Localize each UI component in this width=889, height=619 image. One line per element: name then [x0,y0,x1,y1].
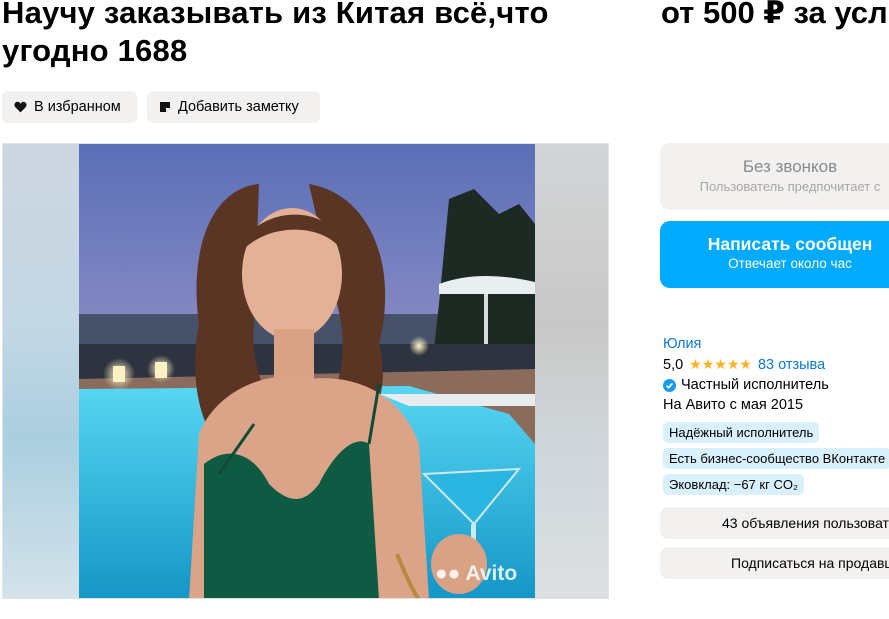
seller-info: Юлия 5,0 ★★★★★ 83 отзыва Частный исполни… [663,336,829,413]
rating-stars-icon: ★★★★★ [689,356,752,372]
reviews-link[interactable]: 83 отзыва [758,357,825,373]
favorite-label: В избранном [34,99,121,115]
seller-listings-button[interactable]: 43 объявления пользовате [660,507,889,539]
listing-price: от 500 ₽ за усл [661,0,888,30]
add-note-button[interactable]: Добавить заметку [147,91,320,123]
favorite-button[interactable]: В избранном [2,91,137,123]
write-message-button[interactable]: Написать сообщен Отвечает около час [660,221,889,288]
gallery-prev-blur[interactable] [3,144,79,598]
heart-icon [14,101,27,113]
no-calls-button[interactable]: Без звонков Пользователь предпочитает с [660,143,889,210]
badge-reliable[interactable]: Надёжный исполнитель [663,422,820,443]
no-calls-title: Без звонков [742,157,838,176]
avito-watermark: ●● Avito [435,562,518,585]
rating-value: 5,0 [663,356,684,373]
write-message-subtitle: Отвечает около час [728,256,852,271]
badge-vk-community[interactable]: Есть бизнес-сообщество ВКонтакте [663,448,889,469]
no-calls-subtitle: Пользователь предпочитает с [699,179,881,194]
subscribe-button[interactable]: Подписаться на продавц [660,547,889,579]
seller-type: Частный исполнитель [681,377,829,393]
badge-eco[interactable]: Эковклад: −67 кг CO₂ [663,474,805,495]
listing-title: Научу заказывать из Китая всё,что угодно… [2,0,549,68]
verified-icon [663,378,676,392]
seller-since: На Авито с мая 2015 [663,397,804,413]
gallery-next-blur[interactable] [532,144,608,598]
note-icon [160,102,170,112]
watermark-dots-icon: ●● [435,562,461,585]
seller-type-row: Частный исполнитель [663,377,829,393]
seller-rating: 5,0 ★★★★★ 83 отзыва [663,356,829,373]
seller-name[interactable]: Юлия [663,336,829,352]
listing-photo[interactable] [79,144,535,599]
photo-gallery[interactable]: ●● Avito [2,143,609,599]
write-message-title: Написать сообщен [707,234,873,254]
add-note-label: Добавить заметку [178,99,299,115]
